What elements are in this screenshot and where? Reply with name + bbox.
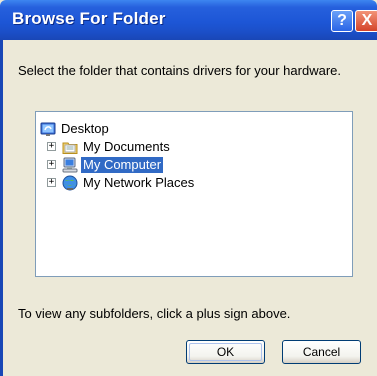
expand-icon[interactable]: + <box>47 142 56 151</box>
tree-item-label: Desktop <box>61 121 109 136</box>
tree-item-my-documents[interactable]: + My Documents <box>36 138 236 156</box>
folder-tree[interactable]: Desktop + My Documents + My Computer + M… <box>35 111 353 277</box>
tree-item-my-computer[interactable]: + My Computer <box>36 156 236 174</box>
expand-icon[interactable]: + <box>47 160 56 169</box>
window-title: Browse For Folder <box>12 9 166 28</box>
tree-item-my-network-places[interactable]: + My Network Places <box>36 174 256 192</box>
expand-icon[interactable]: + <box>47 178 56 187</box>
desktop-icon <box>40 122 56 136</box>
title-bar[interactable]: Browse For Folder ? X <box>0 0 377 40</box>
tree-item-label: My Documents <box>83 139 170 154</box>
help-button[interactable]: ? <box>331 10 353 32</box>
instruction-text: Select the folder that contains drivers … <box>18 63 341 78</box>
ok-button[interactable]: OK <box>186 340 265 364</box>
help-icon: ? <box>337 12 347 29</box>
window-border <box>0 40 3 376</box>
cancel-button[interactable]: Cancel <box>282 340 361 364</box>
hint-text: To view any subfolders, click a plus sig… <box>18 306 291 321</box>
network-places-icon <box>62 175 78 191</box>
tree-item-label: My Network Places <box>83 175 195 190</box>
close-icon: X <box>361 12 373 29</box>
browse-for-folder-dialog: Browse For Folder ? X Select the folder … <box>0 0 377 376</box>
close-button[interactable]: X <box>355 10 377 32</box>
computer-icon <box>62 157 78 173</box>
tree-item-label: My Computer <box>81 157 164 173</box>
folder-icon <box>62 142 78 154</box>
